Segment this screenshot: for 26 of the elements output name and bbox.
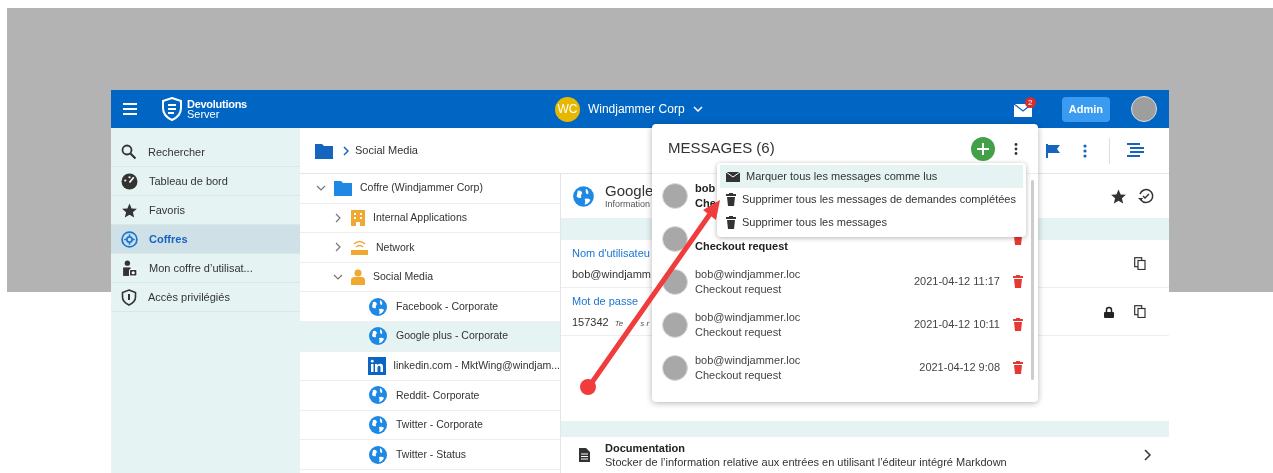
field-label: Nom d'utilisateu	[572, 246, 651, 261]
message-date: 2021-04-12 10:11	[913, 317, 1000, 333]
notification-badge: 2	[1024, 97, 1036, 108]
message-subject: Checkout request	[695, 367, 783, 383]
panel-title: MESSAGES (6)	[668, 138, 775, 159]
field-value: bob@windjamm	[572, 266, 652, 282]
entry-subtitle: Information	[605, 198, 651, 210]
section-title: Documentation	[605, 441, 687, 455]
entry-title: Google	[605, 182, 654, 199]
field-note: s r	[640, 317, 650, 330]
message-sender: bob@windjammer.loc	[695, 309, 801, 325]
message-subject: Checkout request	[695, 324, 783, 340]
message-date: 2021-04-12 11:17	[913, 274, 1000, 290]
message-sender: bob	[695, 180, 716, 196]
product-name: Server	[187, 109, 221, 119]
org-avatar: WC	[554, 96, 580, 122]
message-sender: bob@windjammer.loc	[695, 352, 801, 368]
message-subject: Checkout request	[695, 238, 788, 254]
message-subject: Checkout request	[695, 281, 783, 297]
section-description: Stocker de l’information relative aux entrées en utilisant l’éditeur intégré Markdown	[605, 455, 1007, 469]
brand-name: Devolutions	[187, 99, 247, 109]
field-value: 157342	[572, 314, 609, 330]
field-note: Te	[614, 317, 624, 330]
field-label: Mot de passe	[572, 294, 640, 309]
message-sender: bob@windjammer.loc	[695, 266, 801, 282]
message-date: 2021-04-12 9:08	[919, 360, 1000, 376]
